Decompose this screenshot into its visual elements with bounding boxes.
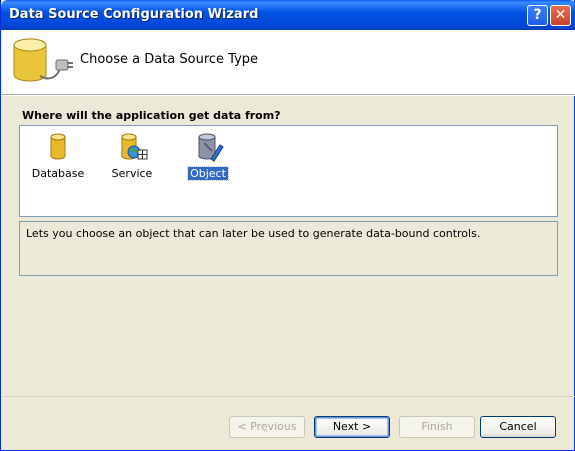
window-title: Data Source Configuration Wizard — [9, 7, 259, 22]
data-source-type-list[interactable]: Database Service Object — [19, 125, 558, 217]
title-bar[interactable]: Data Source Configuration Wizard ? ✕ — [1, 0, 575, 30]
help-button[interactable]: ? — [527, 5, 548, 26]
type-item-object[interactable]: Object — [178, 131, 238, 187]
type-label-object: Object — [187, 166, 229, 181]
wizard-header: Choose a Data Source Type — [2, 30, 575, 95]
close-button[interactable]: ✕ — [550, 5, 571, 26]
cancel-button[interactable]: Cancel — [480, 416, 556, 438]
type-item-database[interactable]: Database — [28, 131, 88, 187]
wizard-window: Data Source Configuration Wizard ? ✕ Cho… — [0, 0, 575, 451]
page-title: Choose a Data Source Type — [80, 52, 259, 67]
previous-button[interactable]: < Previous — [229, 416, 305, 438]
type-description: Lets you choose an object that can later… — [19, 221, 558, 276]
data-source-question: Where will the application get data from… — [22, 109, 281, 122]
header-divider — [2, 95, 575, 96]
type-label-database: Database — [31, 167, 85, 180]
finish-button[interactable]: Finish — [399, 416, 475, 438]
type-label-service: Service — [111, 167, 153, 180]
footer-divider — [2, 396, 575, 397]
object-icon — [198, 133, 224, 162]
database-plug-icon — [13, 38, 73, 82]
type-item-service[interactable]: Service — [102, 131, 162, 187]
service-icon — [121, 133, 148, 160]
next-button[interactable]: Next > — [314, 416, 390, 438]
database-icon — [50, 133, 66, 160]
